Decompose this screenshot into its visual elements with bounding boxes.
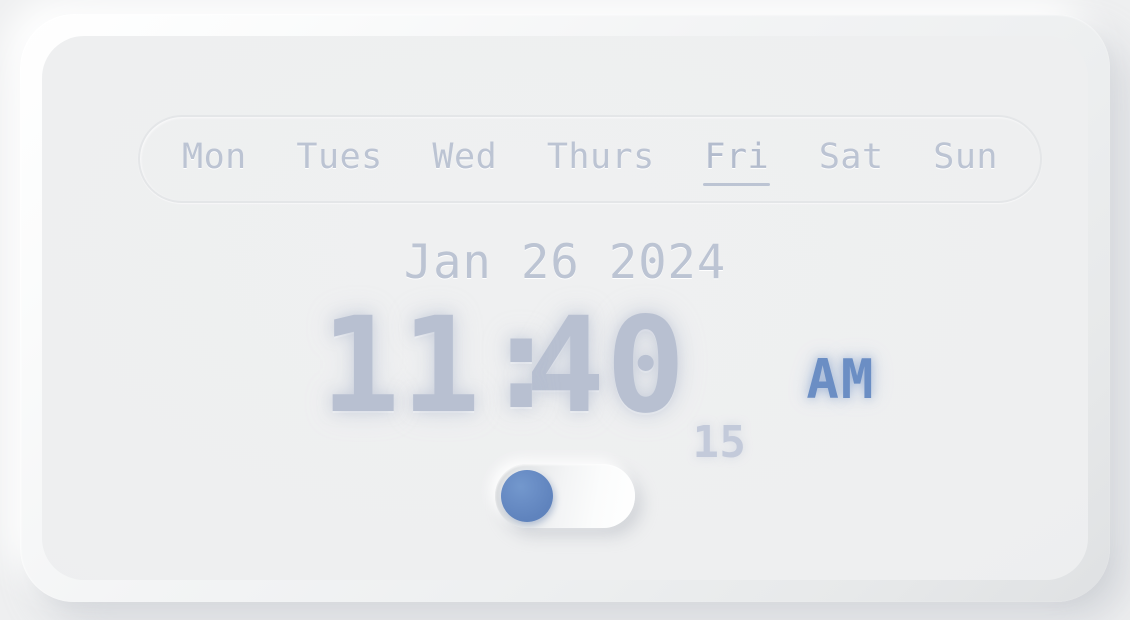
time-display: 11 : 40 15 AM [20,289,1110,468]
day-option-thurs[interactable]: Thurs [543,135,659,183]
day-option-fri[interactable]: Fri [700,135,773,186]
clock-widget-root: Mon Tues Wed Thurs Fri Sat Sun Jan 26 20… [0,0,1130,620]
time-separator: : [481,285,562,439]
clock-card: Mon Tues Wed Thurs Fri Sat Sun Jan 26 20… [20,14,1110,602]
day-option-wed[interactable]: Wed [428,135,501,183]
date-display: Jan 26 2024 [403,235,727,290]
day-option-tues[interactable]: Tues [292,135,386,183]
day-option-sat[interactable]: Sat [815,135,888,183]
time-primary: 11 : 40 [320,289,687,443]
time-hours: 11 [320,289,482,443]
mode-toggle-switch[interactable] [495,464,635,528]
day-selector[interactable]: Mon Tues Wed Thurs Fri Sat Sun [138,115,1042,203]
time-meridiem: AM [806,348,876,411]
time-seconds: 15 [692,417,747,468]
day-option-sun[interactable]: Sun [929,135,1002,183]
toggle-container [20,464,1110,528]
day-option-mon[interactable]: Mon [178,135,251,183]
toggle-knob[interactable] [501,470,553,522]
